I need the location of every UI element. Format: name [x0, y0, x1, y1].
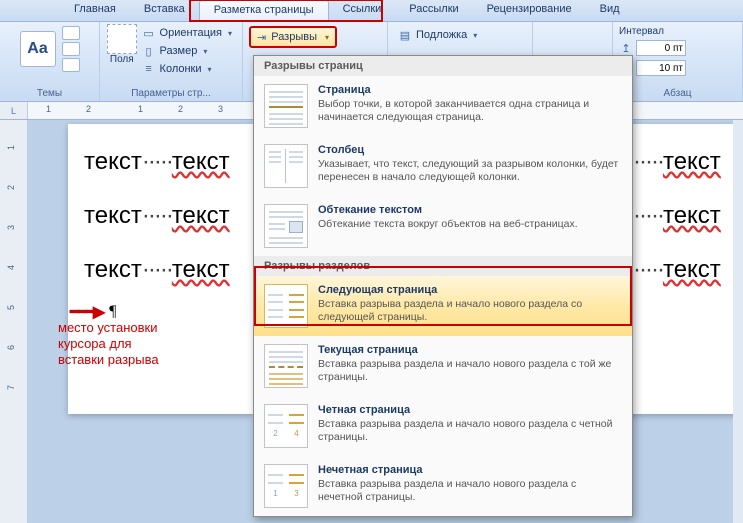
- dd-item-name: Столбец: [318, 144, 622, 156]
- spacing-before-row: ↥: [619, 39, 736, 57]
- group-label-page-setup: Параметры стр...: [106, 86, 236, 101]
- dd-item-continuous[interactable]: Текущая страница Вставка разрыва раздела…: [254, 336, 632, 396]
- thumb-continuous-icon: [264, 344, 308, 388]
- arrow-icon: ━━━▶: [70, 302, 103, 322]
- size-button[interactable]: ▯ Размер: [138, 42, 236, 60]
- dd-item-name: Четная страница: [318, 404, 622, 416]
- tab-references[interactable]: Ссылки: [329, 0, 396, 22]
- thumb-next-page-icon: [264, 284, 308, 328]
- dd-item-desc: Вставка разрыва раздела и начало нового …: [318, 358, 622, 384]
- dd-item-desc: Указывает, что текст, следующий за разры…: [318, 158, 622, 184]
- breaks-icon: ⇥: [257, 31, 266, 44]
- breaks-label: Разрывы: [271, 31, 317, 43]
- dd-item-desc: Обтекание текста вокруг объектов на веб-…: [318, 218, 622, 231]
- group-themes: Aa Темы: [0, 22, 100, 101]
- dd-item-desc: Вставка разрыва раздела и начало нового …: [318, 478, 622, 504]
- size-label: Размер: [160, 45, 198, 57]
- dd-item-textwrap[interactable]: Обтекание текстом Обтекание текста вокру…: [254, 196, 632, 256]
- orientation-icon: ▭: [142, 26, 156, 40]
- page-1: текст·····текст текст·····текст текст···…: [68, 124, 253, 414]
- tab-insert[interactable]: Вставка: [130, 0, 199, 22]
- thumb-even-page-icon: 24: [264, 404, 308, 448]
- thumb-textwrap-icon: [264, 204, 308, 248]
- dd-item-name: Страница: [318, 84, 622, 96]
- pilcrow-icon: ¶: [109, 303, 116, 321]
- breaks-button[interactable]: ⇥ Разрывы: [249, 26, 337, 48]
- dd-section-pages: Разрывы страниц: [254, 56, 632, 76]
- theme-effects-button[interactable]: [62, 58, 80, 72]
- thumb-column-icon: [264, 144, 308, 188]
- dd-section-sections: Разрывы разделов: [254, 256, 632, 276]
- spacing-title: Интервал: [619, 26, 736, 37]
- spacing-after-input[interactable]: [636, 60, 686, 76]
- dd-item-odd-page[interactable]: 13 Нечетная страница Вставка разрыва раз…: [254, 456, 632, 516]
- dd-item-name: Текущая страница: [318, 344, 622, 356]
- doc-word: текст: [84, 148, 142, 175]
- dd-item-name: Нечетная страница: [318, 464, 622, 476]
- ribbon-tabs: Главная Вставка Разметка страницы Ссылки…: [0, 0, 743, 22]
- dd-item-column[interactable]: Столбец Указывает, что текст, следующий …: [254, 136, 632, 196]
- theme-fonts-button[interactable]: [62, 42, 80, 56]
- cursor-caption: место установки курсора для вставки разр…: [58, 320, 208, 368]
- dd-item-desc: Вставка разрыва раздела и начало нового …: [318, 298, 622, 324]
- thumb-page-icon: [264, 84, 308, 128]
- dd-item-next-page[interactable]: Следующая страница Вставка разрыва разде…: [254, 276, 632, 336]
- tab-review[interactable]: Рецензирование: [473, 0, 586, 22]
- orientation-button[interactable]: ▭ Ориентация: [138, 24, 236, 42]
- themes-button[interactable]: Aa: [20, 31, 56, 67]
- dd-item-desc: Вставка разрыва раздела и начало нового …: [318, 418, 622, 444]
- dd-item-desc: Выбор точки, в которой заканчивается одн…: [318, 98, 622, 124]
- dd-item-name: Следующая страница: [318, 284, 622, 296]
- watermark-icon: ▤: [398, 28, 412, 42]
- tab-home[interactable]: Главная: [60, 0, 130, 22]
- breaks-dropdown: Разрывы страниц Страница Выбор точки, в …: [253, 55, 633, 517]
- group-label-themes: Темы: [6, 86, 93, 101]
- theme-colors-button[interactable]: [62, 26, 80, 40]
- columns-button[interactable]: ≡ Колонки: [138, 60, 236, 78]
- tab-page-layout[interactable]: Разметка страницы: [199, 0, 329, 22]
- watermark-label: Подложка: [416, 29, 467, 41]
- ruler-corner: L: [0, 102, 28, 119]
- group-label-paragraph: Абзац: [619, 86, 736, 101]
- spacing-before-input[interactable]: [636, 40, 686, 56]
- cursor-indicator: ━━━▶ ¶: [70, 302, 116, 322]
- tab-mailings[interactable]: Рассылки: [395, 0, 472, 22]
- spacing-after-row: ↧: [619, 59, 736, 77]
- spacing-before-icon: ↥: [619, 41, 633, 55]
- watermark-button[interactable]: ▤ Подложка: [394, 26, 526, 44]
- thumb-odd-page-icon: 13: [264, 464, 308, 508]
- vertical-scrollbar[interactable]: [733, 120, 743, 523]
- columns-icon: ≡: [142, 62, 156, 76]
- orientation-label: Ориентация: [160, 27, 222, 39]
- dd-item-page[interactable]: Страница Выбор точки, в которой заканчив…: [254, 76, 632, 136]
- dd-item-name: Обтекание текстом: [318, 204, 622, 216]
- margins-button[interactable]: [107, 24, 137, 54]
- columns-label: Колонки: [160, 63, 202, 75]
- group-page-setup: Поля ▭ Ориентация ▯ Размер ≡ Колонки Параме…: [100, 22, 243, 101]
- dd-item-even-page[interactable]: 24 Четная страница Вставка разрыва разде…: [254, 396, 632, 456]
- vertical-ruler[interactable]: 1 2 3 4 5 6 7: [0, 120, 28, 523]
- margins-label: Поля: [110, 54, 134, 65]
- tab-view[interactable]: Вид: [586, 0, 634, 22]
- size-icon: ▯: [142, 44, 156, 58]
